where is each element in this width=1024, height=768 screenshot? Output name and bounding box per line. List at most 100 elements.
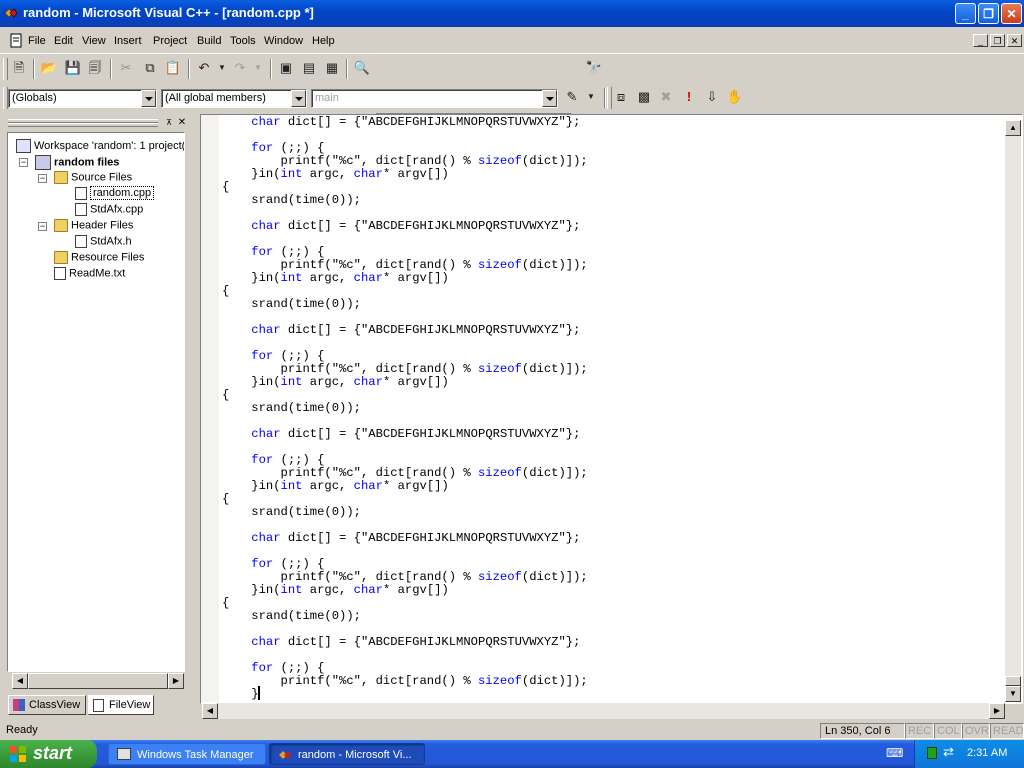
code-line[interactable]: srand(time(0)); [222, 194, 361, 207]
execute-icon[interactable]: ! [679, 87, 699, 107]
menu-edit[interactable]: Edit [54, 35, 73, 47]
start-button[interactable]: start [0, 740, 97, 768]
output-window-icon[interactable]: ▤ [299, 58, 319, 78]
mdi-minimize-button[interactable]: _ [973, 34, 988, 47]
close-button[interactable]: ✕ [1001, 3, 1022, 24]
copy-icon[interactable]: ⧉ [140, 58, 160, 78]
code-line[interactable]: char dict[] = {"ABCDEFGHIJKLMNOPQRSTUVWX… [222, 532, 580, 545]
wizard-action-dropdown-icon[interactable]: ▼ [581, 87, 601, 107]
scroll-right-icon[interactable]: ▶ [168, 673, 184, 689]
globals-combo[interactable]: (Globals) [8, 89, 157, 108]
redo-dropdown-icon[interactable]: ▼ [248, 58, 268, 78]
new-text-file-icon[interactable]: 🗎 [9, 58, 29, 78]
menu-view[interactable]: View [82, 35, 106, 47]
scroll-right-icon[interactable]: ▶ [989, 703, 1005, 719]
menu-help[interactable]: Help [312, 35, 335, 47]
task-windows-task-manager[interactable]: Windows Task Manager [108, 743, 266, 765]
save-all-icon[interactable]: 🗐 [85, 58, 105, 78]
undo-dropdown-icon[interactable]: ▼ [212, 58, 232, 78]
scroll-left-icon[interactable]: ◀ [202, 703, 218, 719]
menu-window[interactable]: Window [264, 35, 303, 47]
code-line[interactable]: char dict[] = {"ABCDEFGHIJKLMNOPQRSTUVWX… [222, 220, 580, 233]
paste-icon[interactable]: 📋 [163, 58, 183, 78]
chevron-down-icon[interactable] [291, 90, 306, 107]
chevron-down-icon[interactable] [542, 90, 557, 107]
task-visual-cpp[interactable]: random - Microsoft Vi... [269, 743, 425, 765]
code-line[interactable]: char dict[] = {"ABCDEFGHIJKLMNOPQRSTUVWX… [222, 324, 580, 337]
menu-project[interactable]: Project [153, 35, 187, 47]
code-line[interactable]: printf("%c", dict[rand() % sizeof(dict)]… [222, 675, 588, 688]
toolbar-grip[interactable] [3, 58, 8, 80]
code-line[interactable]: srand(time(0)); [222, 610, 361, 623]
chevron-down-icon[interactable] [141, 90, 156, 107]
code-line[interactable]: char dict[] = {"ABCDEFGHIJKLMNOPQRSTUVWX… [222, 636, 580, 649]
compile-icon[interactable]: ⧈ [611, 87, 631, 107]
clock[interactable]: 2:31 AM [967, 747, 1007, 759]
code-line[interactable]: srand(time(0)); [222, 506, 361, 519]
workspace-horizontal-scrollbar[interactable]: ◀ ▶ [12, 673, 184, 689]
code-line[interactable]: srand(time(0)); [222, 402, 361, 415]
mdi-restore-button[interactable]: ❐ [990, 34, 1005, 47]
code-line[interactable]: }in(int argc, char* argv[]) [222, 480, 449, 493]
code-line[interactable]: }in(int argc, char* argv[]) [222, 272, 449, 285]
code-line[interactable]: } [222, 688, 258, 701]
code-line[interactable]: srand(time(0)); [222, 298, 361, 311]
undo-icon[interactable]: ↶ [194, 58, 214, 78]
tree-item-workspace[interactable]: Workspace 'random': 1 project( [16, 139, 184, 153]
code-line[interactable]: char dict[] = {"ABCDEFGHIJKLMNOPQRSTUVWX… [222, 428, 580, 441]
code-line[interactable]: char dict[] = {"ABCDEFGHIJKLMNOPQRSTUVWX… [222, 116, 580, 129]
workspace-window-icon[interactable]: ▣ [276, 58, 296, 78]
menu-tools[interactable]: Tools [230, 35, 256, 47]
menu-file[interactable]: File [28, 35, 46, 47]
code-line[interactable]: }in(int argc, char* argv[]) [222, 168, 449, 181]
tree-item-random-cpp[interactable]: random.cpp [75, 186, 155, 201]
minimize-button[interactable]: _ [955, 3, 976, 24]
collapse-icon[interactable]: − [38, 222, 47, 231]
maximize-button[interactable]: ❐ [978, 3, 999, 24]
breakpoint-hand-icon[interactable]: ✋ [725, 87, 745, 107]
scroll-down-icon[interactable]: ▼ [1005, 686, 1021, 702]
go-icon[interactable]: ⇩ [702, 87, 722, 107]
tab-fileview[interactable]: FileView [88, 695, 154, 715]
open-folder-icon[interactable]: 📂 [39, 58, 59, 78]
stop-build-icon[interactable]: ✖ [656, 87, 676, 107]
find-binoculars-icon[interactable]: 🔭 [584, 58, 604, 78]
code-line[interactable]: }in(int argc, char* argv[]) [222, 376, 449, 389]
tab-classview[interactable]: ClassView [8, 695, 86, 715]
editor-vertical-scrollbar[interactable]: ▲ ▼ [1005, 120, 1021, 702]
network-icon[interactable]: ⇄ [943, 744, 954, 760]
workspace-tree[interactable]: Workspace 'random': 1 project( − random … [7, 132, 185, 672]
tree-item-project[interactable]: random files [35, 155, 119, 170]
function-combo[interactable]: main [311, 89, 558, 108]
find-in-files-icon[interactable]: 🔍 [352, 58, 372, 78]
collapse-icon[interactable]: − [19, 158, 28, 167]
menu-build[interactable]: Build [197, 35, 221, 47]
tree-item-resource-files[interactable]: Resource Files [54, 251, 144, 264]
window-list-icon[interactable]: ▦ [322, 58, 342, 78]
tree-item-source-files[interactable]: Source Files [54, 171, 132, 184]
pane-maximize-icon[interactable]: ⊼ [163, 117, 175, 128]
pane-grip[interactable] [8, 123, 158, 127]
menu-insert[interactable]: Insert [114, 35, 142, 47]
collapse-icon[interactable]: − [38, 174, 47, 183]
scroll-left-icon[interactable]: ◀ [12, 673, 28, 689]
redo-icon[interactable]: ↷ [230, 58, 250, 78]
tree-item-readme[interactable]: ReadMe.txt [54, 267, 125, 280]
tree-item-header-files[interactable]: Header Files [54, 219, 133, 232]
code-line[interactable]: }in(int argc, char* argv[]) [222, 584, 449, 597]
editor-horizontal-scrollbar[interactable]: ◀ ▶ [202, 703, 1005, 719]
tray-app-icon[interactable] [927, 747, 937, 759]
title-bar[interactable]: random - Microsoft Visual C++ - [random.… [0, 0, 1024, 27]
wizard-action-icon[interactable]: ✎ [562, 87, 582, 107]
members-combo[interactable]: (All global members) [161, 89, 307, 108]
save-icon[interactable]: 💾 [63, 58, 83, 78]
editor-selection-margin[interactable] [201, 115, 219, 702]
scrollbar-thumb[interactable] [28, 673, 168, 689]
scrollbar-thumb[interactable] [1005, 676, 1021, 686]
pane-close-icon[interactable]: ✕ [176, 117, 188, 128]
tree-item-stdafx-h[interactable]: StdAfx.h [75, 235, 132, 248]
mdi-close-button[interactable]: ✕ [1007, 34, 1022, 47]
build-icon[interactable]: ▩ [634, 87, 654, 107]
keyboard-icon[interactable]: ⌨ [886, 746, 903, 760]
tree-item-stdafx-cpp[interactable]: StdAfx.cpp [75, 203, 143, 216]
